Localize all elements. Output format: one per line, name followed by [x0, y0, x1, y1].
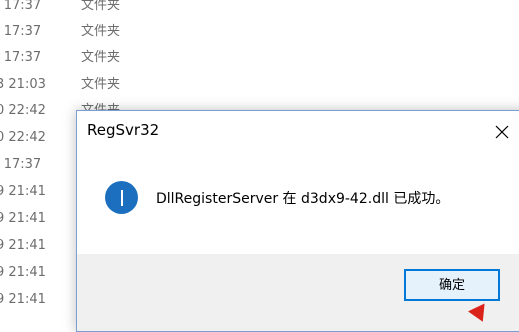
file-type: 文件夹 [81, 24, 121, 39]
file-modified-date: 9 21:41 [0, 265, 46, 280]
file-modified-date: 9 21:41 [0, 184, 46, 199]
close-button[interactable] [485, 117, 519, 147]
regsvr32-dialog: RegSvr32 DllRegisterServer 在 d3dx9-42.dl… [76, 110, 519, 332]
list-item[interactable]: l 17:37 文件夹 [0, 45, 519, 71]
file-modified-date: 9 21:41 [0, 238, 46, 253]
dialog-titlebar[interactable]: RegSvr32 [77, 111, 519, 149]
dialog-content: DllRegisterServer 在 d3dx9-42.dll 已成功。 [77, 149, 519, 254]
file-modified-date: l 17:37 [0, 0, 42, 13]
dialog-footer: 确定 [77, 254, 519, 331]
list-item[interactable]: 3 21:03 文件夹 [0, 72, 519, 98]
file-modified-date: 9 21:41 [0, 211, 46, 226]
file-modified-date: l 17:37 [0, 50, 42, 65]
file-modified-date: l 17:37 [0, 157, 42, 172]
file-modified-date: 3 21:03 [0, 77, 46, 92]
file-modified-date: 0 22:42 [0, 130, 46, 145]
file-type: 文件夹 [81, 50, 121, 65]
list-item[interactable]: l 17:37 文件夹 [0, 19, 519, 45]
list-item[interactable]: l 17:37 文件夹 [0, 0, 519, 19]
dialog-title: RegSvr32 [87, 121, 160, 139]
close-icon [495, 125, 509, 139]
dialog-message: DllRegisterServer 在 d3dx9-42.dll 已成功。 [156, 191, 450, 207]
file-modified-date: 0 22:42 [0, 103, 46, 118]
info-icon [105, 181, 138, 214]
ok-button[interactable]: 确定 [404, 269, 500, 301]
file-type: 文件夹 [81, 0, 121, 13]
file-modified-date: l 17:37 [0, 24, 42, 39]
file-modified-date: 9 21:41 [0, 292, 46, 307]
file-type: 文件夹 [81, 77, 121, 92]
